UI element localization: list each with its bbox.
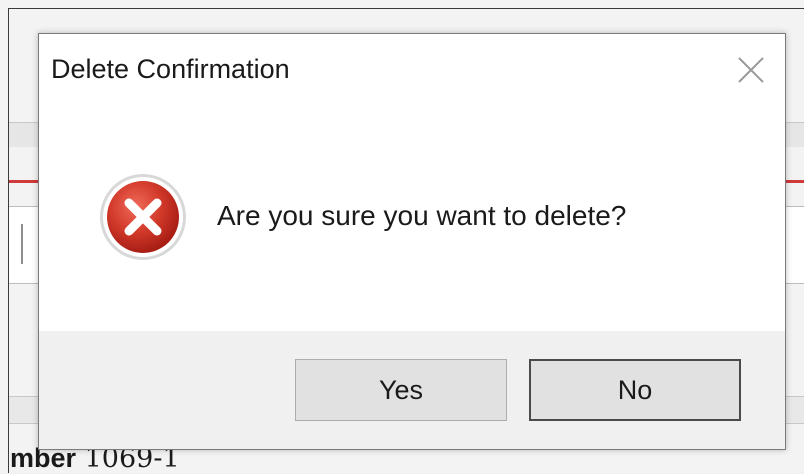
close-button[interactable] bbox=[731, 50, 771, 90]
dialog-button-bar: Yes No bbox=[39, 331, 785, 449]
yes-button[interactable]: Yes bbox=[295, 359, 507, 421]
dialog-title: Delete Confirmation bbox=[51, 54, 290, 84]
background-field-edge bbox=[21, 224, 23, 264]
dialog-message: Are you sure you want to delete? bbox=[217, 200, 627, 231]
no-button[interactable]: No bbox=[529, 359, 741, 421]
delete-confirmation-dialog: Delete Confirmation Are you sure you wan… bbox=[38, 33, 786, 450]
dialog-content: Are you sure you want to delete? bbox=[39, 126, 785, 331]
error-icon bbox=[97, 171, 189, 263]
close-icon bbox=[738, 57, 764, 83]
